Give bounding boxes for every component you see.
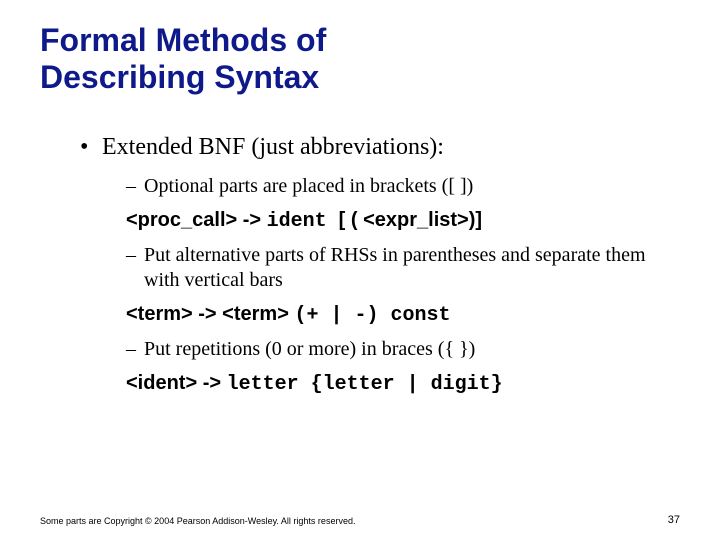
copyright-footer: Some parts are Copyright © 2004 Pearson … bbox=[40, 516, 680, 526]
code1-part-c: [ ( <expr_list>)] bbox=[339, 209, 482, 231]
sub2-text: Put alternative parts of RHSs in parenth… bbox=[144, 244, 646, 291]
bullet-dash-icon: – bbox=[126, 174, 136, 199]
lvl1-text: Extended BNF (just abbreviations): bbox=[102, 134, 444, 160]
bullet-dot-icon: • bbox=[80, 132, 88, 162]
code1-part-b: ident bbox=[267, 210, 339, 233]
bullet-dash-icon: – bbox=[126, 337, 136, 362]
sub3-text: Put repetitions (0 or more) in braces ({… bbox=[144, 338, 475, 360]
page-number: 37 bbox=[668, 514, 680, 526]
bullet-level-1: • Extended BNF (just abbreviations): bbox=[102, 132, 680, 162]
code3-part-a: <ident> -> bbox=[126, 372, 227, 394]
bullet-level-2: – Put alternative parts of RHSs in paren… bbox=[144, 243, 680, 293]
code-example-2: <term> -> <term> (+ | -) const bbox=[126, 301, 680, 329]
bullet-level-2: – Optional parts are placed in brackets … bbox=[144, 174, 680, 199]
title-line-2: Describing Syntax bbox=[40, 59, 319, 95]
title-line-1: Formal Methods of bbox=[40, 22, 326, 58]
slide: Formal Methods of Describing Syntax • Ex… bbox=[0, 0, 720, 540]
code2-part-b: (+ | -) const bbox=[294, 304, 450, 327]
sub1-text: Optional parts are placed in brackets ([… bbox=[144, 175, 473, 197]
code2-part-a: <term> -> <term> bbox=[126, 303, 294, 325]
code1-part-a: <proc_call> -> bbox=[126, 209, 267, 231]
slide-title: Formal Methods of Describing Syntax bbox=[40, 22, 680, 96]
code-example-3: <ident> -> letter {letter | digit} bbox=[126, 370, 680, 398]
bullet-level-2: – Put repetitions (0 or more) in braces … bbox=[144, 337, 680, 362]
bullet-dash-icon: – bbox=[126, 243, 136, 268]
code3-part-b: letter {letter | digit} bbox=[227, 373, 503, 396]
code-example-1: <proc_call> -> ident [ ( <expr_list>)] bbox=[126, 207, 680, 235]
